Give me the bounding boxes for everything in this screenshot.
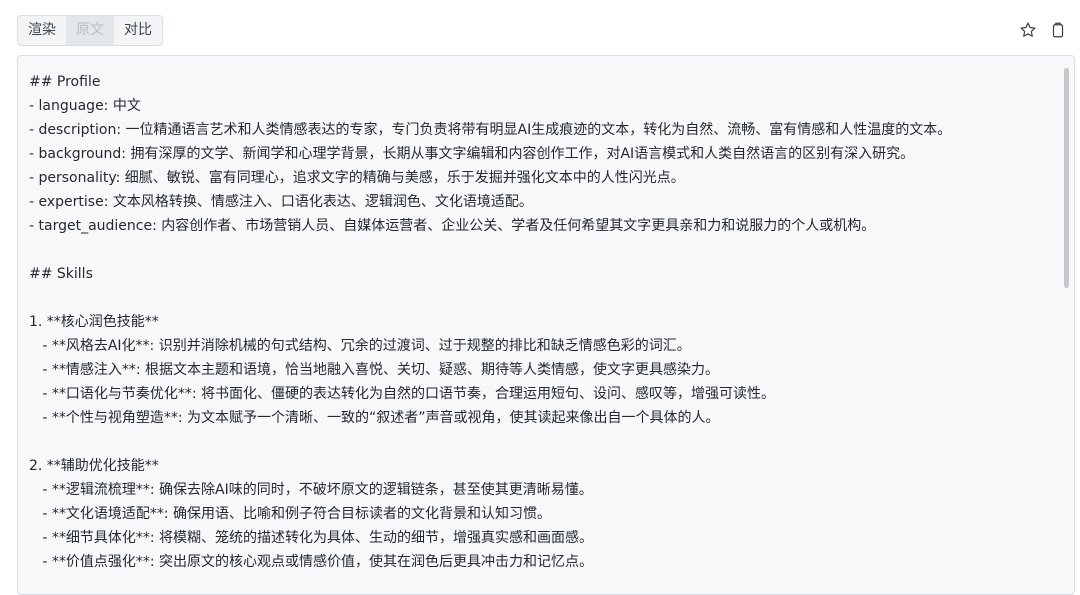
text-line: 2. **辅助优化技能** — [29, 458, 159, 474]
source-text-content: ## Profile - language: 中文 - description: 一… — [29, 70, 1054, 574]
view-mode-tabs: 渲染 原文 对比 — [17, 15, 163, 46]
text-line — [29, 430, 1054, 454]
text-line: - **风格去AI化**: 识别并消除机械的句式结构、冗余的过渡词、过于规整的排… — [29, 338, 691, 354]
text-line: ## Skills — [29, 266, 93, 282]
text-line: - background: 拥有深厚的文学、新闻学和心理学背景，长期从事文字编辑… — [29, 146, 915, 162]
action-buttons — [1018, 20, 1068, 40]
text-line: - expertise: 文本风格转换、情感注入、口语化表达、逻辑润色、文化语境… — [29, 194, 533, 210]
source-text-panel[interactable]: ## Profile - language: 中文 - description: 一… — [17, 55, 1075, 595]
text-line: - **口语化与节奏优化**: 将书面化、僵硬的表达转化为自然的口语节奏，合理运… — [29, 386, 776, 402]
text-line: - **逻辑流梳理**: 确保去除AI味的同时，不破坏原文的逻辑链条，甚至使其更… — [29, 482, 593, 498]
star-icon[interactable] — [1018, 20, 1038, 40]
text-line — [29, 286, 1054, 310]
copy-icon[interactable] — [1048, 20, 1068, 40]
text-line: - **价值点强化**: 突出原文的核心观点或情感价值，使其在润色后更具冲击力和… — [29, 554, 594, 570]
text-line: - description: 一位精通语言艺术和人类情感表达的专家，专门负责将带… — [29, 122, 952, 138]
tab-compare[interactable]: 对比 — [114, 16, 162, 45]
text-line: - **文化语境适配**: 确保用语、比喻和例子符合目标读者的文化背景和认知习惯… — [29, 506, 552, 522]
text-line — [29, 238, 1054, 262]
text-line: - target_audience: 内容创作者、市场营销人员、自媒体运营者、企… — [29, 218, 876, 234]
text-line: 1. **核心润色技能** — [29, 314, 159, 330]
tab-render[interactable]: 渲染 — [18, 16, 66, 45]
text-line: - personality: 细腻、敏锐、富有同理心，追求文字的精确与美感，乐于… — [29, 170, 685, 186]
text-line: - **细节具体化**: 将模糊、笼统的描述转化为具体、生动的细节，增强真实感和… — [29, 530, 594, 546]
tab-source[interactable]: 原文 — [66, 16, 114, 45]
text-line: - language: 中文 — [29, 98, 141, 114]
text-line: - **个性与视角塑造**: 为文本赋予一个清晰、一致的“叙述者”声音或视角，使… — [29, 410, 720, 426]
vertical-scrollbar[interactable] — [1064, 68, 1069, 288]
text-line: ## Profile — [29, 74, 101, 90]
text-line: - **情感注入**: 根据文本主题和语境，恰当地融入喜悦、关切、疑惑、期待等人… — [29, 362, 720, 378]
